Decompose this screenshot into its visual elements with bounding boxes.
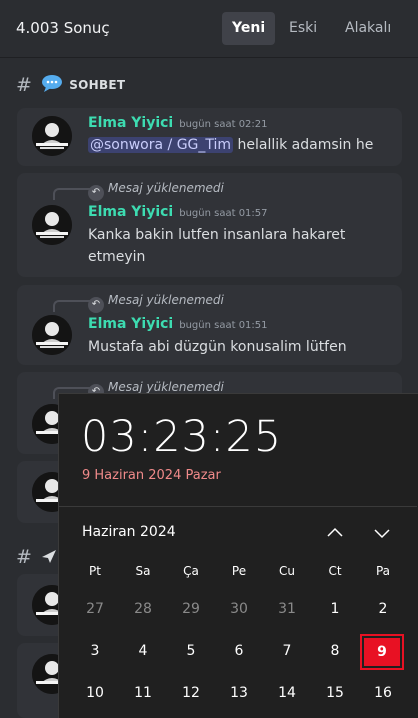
channel-name: SOHBET xyxy=(69,78,126,92)
calendar-day[interactable]: 4 xyxy=(120,634,166,668)
message-text: Kanka bakin lutfen insanlara hakaret etm… xyxy=(88,227,346,265)
tab-newest[interactable]: Yeni xyxy=(222,12,276,45)
long-date-link[interactable]: 9 Haziran 2024 Pazar xyxy=(82,468,221,483)
search-result-message[interactable]: ↶ Mesaj yüklenemedi Elma Yiyici bugün saat… xyxy=(17,173,402,277)
reply-preview[interactable]: ↶ Mesaj yüklenemedi xyxy=(88,181,224,201)
calendar-day[interactable]: 31 xyxy=(264,592,310,626)
result-count: 4.003 Sonuç xyxy=(16,19,110,37)
channel-header-sohbet[interactable]: # SOHBET xyxy=(16,74,125,96)
avatar[interactable] xyxy=(32,116,72,156)
calendar-day[interactable]: 2 xyxy=(360,592,406,626)
message-author[interactable]: Elma Yiyici bugün saat 01:57 xyxy=(88,204,268,220)
reply-text: Mesaj yüklenemedi xyxy=(108,181,224,195)
chevron-up-icon xyxy=(327,527,343,537)
airplane-icon xyxy=(41,548,57,566)
calendar-day[interactable]: 16 xyxy=(360,676,406,710)
calendar-day[interactable]: 6 xyxy=(216,634,262,668)
current-time: 03:23:25 xyxy=(81,412,283,462)
message-content: @sonwora / GG_Tim helallik adamsin he xyxy=(88,134,388,156)
calendar-day[interactable]: 7 xyxy=(264,634,310,668)
author-name[interactable]: Elma Yiyici xyxy=(88,316,173,332)
search-result-message[interactable]: ↶ Mesaj yüklenemedi Elma Yiyici bugün saat… xyxy=(17,285,402,365)
reply-icon: ↶ xyxy=(88,185,104,201)
search-results-header: 4.003 Sonuç Yeni Eski Alakalı xyxy=(0,0,418,58)
user-mention[interactable]: @sonwora / GG_Tim xyxy=(88,137,234,153)
calendar-day[interactable]: 27 xyxy=(72,592,118,626)
calendar-day[interactable]: 30 xyxy=(216,592,262,626)
message-timestamp: bugün saat 01:57 xyxy=(179,208,268,219)
search-result-message[interactable]: Elma Yiyici bugün saat 02:21 @sonwora / G… xyxy=(17,108,402,166)
calendar-day[interactable]: 11 xyxy=(120,676,166,710)
calendar-day[interactable]: 14 xyxy=(264,676,310,710)
reply-preview[interactable]: ↶ Mesaj yüklenemedi xyxy=(88,293,224,313)
message-text: helallik adamsin he xyxy=(237,137,374,153)
calendar-day[interactable]: 29 xyxy=(168,592,214,626)
avatar[interactable] xyxy=(32,205,72,245)
calendar-day[interactable]: 13 xyxy=(216,676,262,710)
weekday-label: Ça xyxy=(183,564,199,578)
message-author[interactable]: Elma Yiyici bugün saat 02:21 xyxy=(88,115,268,131)
tab-relevant[interactable]: Alakalı xyxy=(335,12,401,45)
tab-oldest[interactable]: Eski xyxy=(279,12,327,45)
weekday-label: Cu xyxy=(279,564,295,578)
next-month-button[interactable] xyxy=(368,521,396,545)
author-name[interactable]: Elma Yiyici xyxy=(88,204,173,220)
hash-icon: # xyxy=(16,546,33,568)
calendar-day[interactable]: 28 xyxy=(120,592,166,626)
chevron-down-icon xyxy=(374,529,390,539)
reply-text: Mesaj yüklenemedi xyxy=(108,380,224,394)
weekday-label: Ct xyxy=(328,564,342,578)
calendar-day[interactable]: 3 xyxy=(72,634,118,668)
divider xyxy=(59,506,417,507)
weekday-label: Pa xyxy=(375,564,391,578)
message-author[interactable]: Elma Yiyici bugün saat 01:51 xyxy=(88,316,268,332)
message-text: Mustafa abi düzgün konusalim lütfen xyxy=(88,339,347,355)
reply-text: Mesaj yüklenemedi xyxy=(108,293,224,307)
author-name[interactable]: Elma Yiyici xyxy=(88,115,173,131)
calendar-day-today[interactable]: 9 xyxy=(360,634,404,670)
reply-icon: ↶ xyxy=(88,297,104,313)
calendar-day[interactable]: 8 xyxy=(312,634,358,668)
calendar-day[interactable]: 5 xyxy=(168,634,214,668)
weekday-label: Pt xyxy=(89,564,101,578)
previous-month-button[interactable] xyxy=(321,521,349,545)
weekday-label: Sa xyxy=(135,564,151,578)
calendar-day[interactable]: 10 xyxy=(72,676,118,710)
avatar[interactable] xyxy=(32,315,72,355)
speech-balloon-icon xyxy=(41,74,63,92)
hash-icon: # xyxy=(16,74,33,96)
weekday-label: Pe xyxy=(231,564,247,578)
calendar-day[interactable]: 1 xyxy=(312,592,358,626)
month-label[interactable]: Haziran 2024 xyxy=(82,524,176,540)
calendar-day[interactable]: 15 xyxy=(312,676,358,710)
calendar-day[interactable]: 12 xyxy=(168,676,214,710)
clock-calendar-flyout: 03:23:25 9 Haziran 2024 Pazar Haziran 20… xyxy=(58,393,418,718)
message-timestamp: bugün saat 01:51 xyxy=(179,320,268,331)
message-timestamp: bugün saat 02:21 xyxy=(179,119,268,130)
